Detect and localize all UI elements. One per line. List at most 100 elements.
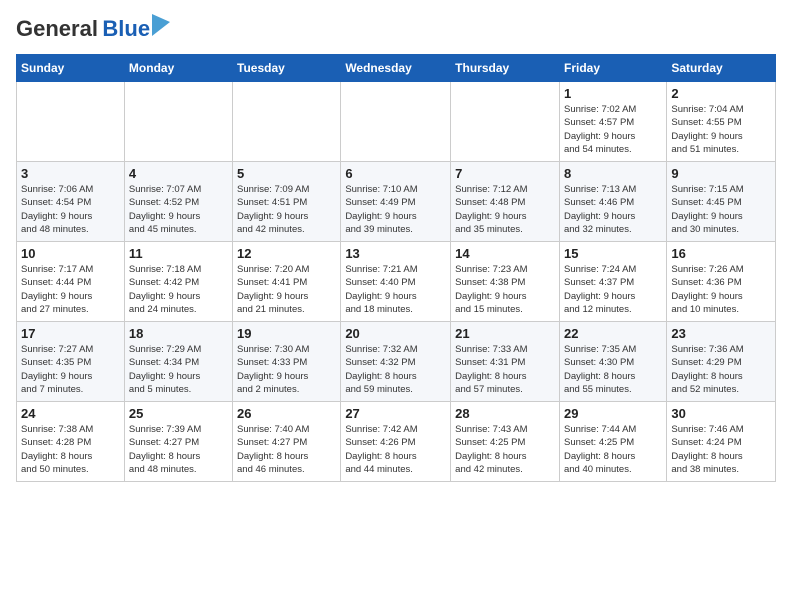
day-info: Sunrise: 7:43 AM Sunset: 4:25 PM Dayligh… xyxy=(455,423,555,476)
calendar-cell: 30 Sunrise: 7:46 AM Sunset: 4:24 PM Dayli… xyxy=(667,402,776,482)
day-info: Sunrise: 7:20 AM Sunset: 4:41 PM Dayligh… xyxy=(237,263,336,316)
day-info: Sunrise: 7:38 AM Sunset: 4:28 PM Dayligh… xyxy=(21,423,120,476)
day-number: 3 xyxy=(21,166,120,181)
day-number: 15 xyxy=(564,246,662,261)
day-number: 24 xyxy=(21,406,120,421)
day-info: Sunrise: 7:42 AM Sunset: 4:26 PM Dayligh… xyxy=(345,423,446,476)
calendar-cell: 29 Sunrise: 7:44 AM Sunset: 4:25 PM Dayli… xyxy=(559,402,666,482)
day-number: 18 xyxy=(129,326,228,341)
day-info: Sunrise: 7:30 AM Sunset: 4:33 PM Dayligh… xyxy=(237,343,336,396)
logo: General Blue xyxy=(16,16,150,42)
day-info: Sunrise: 7:07 AM Sunset: 4:52 PM Dayligh… xyxy=(129,183,228,236)
day-number: 9 xyxy=(671,166,771,181)
day-info: Sunrise: 7:13 AM Sunset: 4:46 PM Dayligh… xyxy=(564,183,662,236)
day-info: Sunrise: 7:02 AM Sunset: 4:57 PM Dayligh… xyxy=(564,103,662,156)
weekday-header-saturday: Saturday xyxy=(667,55,776,82)
day-number: 7 xyxy=(455,166,555,181)
calendar-cell: 1 Sunrise: 7:02 AM Sunset: 4:57 PM Daylig… xyxy=(559,82,666,162)
day-number: 5 xyxy=(237,166,336,181)
calendar-cell: 13 Sunrise: 7:21 AM Sunset: 4:40 PM Dayli… xyxy=(341,242,451,322)
calendar-cell xyxy=(17,82,125,162)
calendar-cell: 15 Sunrise: 7:24 AM Sunset: 4:37 PM Dayli… xyxy=(559,242,666,322)
calendar-cell: 20Sunrise: 7:32 AM Sunset: 4:32 PM Dayli… xyxy=(341,322,451,402)
day-number: 10 xyxy=(21,246,120,261)
day-info: Sunrise: 7:33 AM Sunset: 4:31 PM Dayligh… xyxy=(455,343,555,396)
calendar-cell: 26 Sunrise: 7:40 AM Sunset: 4:27 PM Dayli… xyxy=(233,402,341,482)
calendar-cell: 28Sunrise: 7:43 AM Sunset: 4:25 PM Dayli… xyxy=(451,402,560,482)
day-number: 11 xyxy=(129,246,228,261)
day-number: 16 xyxy=(671,246,771,261)
day-info: Sunrise: 7:27 AM Sunset: 4:35 PM Dayligh… xyxy=(21,343,120,396)
day-info: Sunrise: 7:24 AM Sunset: 4:37 PM Dayligh… xyxy=(564,263,662,316)
day-number: 13 xyxy=(345,246,446,261)
day-info: Sunrise: 7:06 AM Sunset: 4:54 PM Dayligh… xyxy=(21,183,120,236)
day-number: 30 xyxy=(671,406,771,421)
day-number: 12 xyxy=(237,246,336,261)
calendar-cell: 19 Sunrise: 7:30 AM Sunset: 4:33 PM Dayli… xyxy=(233,322,341,402)
day-number: 6 xyxy=(345,166,446,181)
calendar-week-5: 24 Sunrise: 7:38 AM Sunset: 4:28 PM Dayli… xyxy=(17,402,776,482)
calendar-cell xyxy=(233,82,341,162)
calendar-cell xyxy=(341,82,451,162)
day-number: 8 xyxy=(564,166,662,181)
day-info: Sunrise: 7:23 AM Sunset: 4:38 PM Dayligh… xyxy=(455,263,555,316)
day-info: Sunrise: 7:36 AM Sunset: 4:29 PM Dayligh… xyxy=(671,343,771,396)
day-number: 2 xyxy=(671,86,771,101)
calendar-cell: 22Sunrise: 7:35 AM Sunset: 4:30 PM Dayli… xyxy=(559,322,666,402)
calendar-cell: 11 Sunrise: 7:18 AM Sunset: 4:42 PM Dayli… xyxy=(124,242,232,322)
day-number: 23 xyxy=(671,326,771,341)
weekday-header-monday: Monday xyxy=(124,55,232,82)
logo-icon xyxy=(152,14,170,36)
day-info: Sunrise: 7:40 AM Sunset: 4:27 PM Dayligh… xyxy=(237,423,336,476)
logo-general: General xyxy=(16,16,98,41)
day-info: Sunrise: 7:10 AM Sunset: 4:49 PM Dayligh… xyxy=(345,183,446,236)
day-number: 26 xyxy=(237,406,336,421)
calendar-header-row: SundayMondayTuesdayWednesdayThursdayFrid… xyxy=(17,55,776,82)
calendar-cell: 10 Sunrise: 7:17 AM Sunset: 4:44 PM Dayli… xyxy=(17,242,125,322)
calendar-cell: 8 Sunrise: 7:13 AM Sunset: 4:46 PM Daylig… xyxy=(559,162,666,242)
day-number: 1 xyxy=(564,86,662,101)
day-info: Sunrise: 7:46 AM Sunset: 4:24 PM Dayligh… xyxy=(671,423,771,476)
calendar-cell xyxy=(451,82,560,162)
day-number: 22 xyxy=(564,326,662,341)
day-info: Sunrise: 7:21 AM Sunset: 4:40 PM Dayligh… xyxy=(345,263,446,316)
calendar-week-4: 17 Sunrise: 7:27 AM Sunset: 4:35 PM Dayli… xyxy=(17,322,776,402)
day-number: 25 xyxy=(129,406,228,421)
calendar-cell: 17 Sunrise: 7:27 AM Sunset: 4:35 PM Dayli… xyxy=(17,322,125,402)
day-info: Sunrise: 7:17 AM Sunset: 4:44 PM Dayligh… xyxy=(21,263,120,316)
page-header: General Blue xyxy=(16,16,776,42)
day-info: Sunrise: 7:15 AM Sunset: 4:45 PM Dayligh… xyxy=(671,183,771,236)
calendar-cell: 16 Sunrise: 7:26 AM Sunset: 4:36 PM Dayli… xyxy=(667,242,776,322)
calendar-week-3: 10 Sunrise: 7:17 AM Sunset: 4:44 PM Dayli… xyxy=(17,242,776,322)
day-number: 27 xyxy=(345,406,446,421)
calendar-cell: 14Sunrise: 7:23 AM Sunset: 4:38 PM Dayli… xyxy=(451,242,560,322)
day-info: Sunrise: 7:12 AM Sunset: 4:48 PM Dayligh… xyxy=(455,183,555,236)
calendar-cell: 21Sunrise: 7:33 AM Sunset: 4:31 PM Dayli… xyxy=(451,322,560,402)
calendar-cell: 24 Sunrise: 7:38 AM Sunset: 4:28 PM Dayli… xyxy=(17,402,125,482)
weekday-header-sunday: Sunday xyxy=(17,55,125,82)
day-info: Sunrise: 7:26 AM Sunset: 4:36 PM Dayligh… xyxy=(671,263,771,316)
logo-blue: Blue xyxy=(102,16,150,41)
calendar-cell: 27 Sunrise: 7:42 AM Sunset: 4:26 PM Dayli… xyxy=(341,402,451,482)
calendar-cell: 4 Sunrise: 7:07 AM Sunset: 4:52 PM Daylig… xyxy=(124,162,232,242)
day-number: 29 xyxy=(564,406,662,421)
day-info: Sunrise: 7:18 AM Sunset: 4:42 PM Dayligh… xyxy=(129,263,228,316)
calendar-cell: 18 Sunrise: 7:29 AM Sunset: 4:34 PM Dayli… xyxy=(124,322,232,402)
day-info: Sunrise: 7:39 AM Sunset: 4:27 PM Dayligh… xyxy=(129,423,228,476)
day-info: Sunrise: 7:09 AM Sunset: 4:51 PM Dayligh… xyxy=(237,183,336,236)
day-info: Sunrise: 7:29 AM Sunset: 4:34 PM Dayligh… xyxy=(129,343,228,396)
day-number: 19 xyxy=(237,326,336,341)
calendar-cell: 2Sunrise: 7:04 AM Sunset: 4:55 PM Daylig… xyxy=(667,82,776,162)
calendar-cell: 5 Sunrise: 7:09 AM Sunset: 4:51 PM Daylig… xyxy=(233,162,341,242)
day-number: 17 xyxy=(21,326,120,341)
calendar-cell: 6 Sunrise: 7:10 AM Sunset: 4:49 PM Daylig… xyxy=(341,162,451,242)
weekday-header-friday: Friday xyxy=(559,55,666,82)
calendar-cell: 25 Sunrise: 7:39 AM Sunset: 4:27 PM Dayli… xyxy=(124,402,232,482)
day-number: 4 xyxy=(129,166,228,181)
calendar-week-1: 1 Sunrise: 7:02 AM Sunset: 4:57 PM Daylig… xyxy=(17,82,776,162)
day-info: Sunrise: 7:44 AM Sunset: 4:25 PM Dayligh… xyxy=(564,423,662,476)
calendar-body: 1 Sunrise: 7:02 AM Sunset: 4:57 PM Daylig… xyxy=(17,82,776,482)
day-number: 20 xyxy=(345,326,446,341)
weekday-header-thursday: Thursday xyxy=(451,55,560,82)
calendar-cell: 23 Sunrise: 7:36 AM Sunset: 4:29 PM Dayli… xyxy=(667,322,776,402)
